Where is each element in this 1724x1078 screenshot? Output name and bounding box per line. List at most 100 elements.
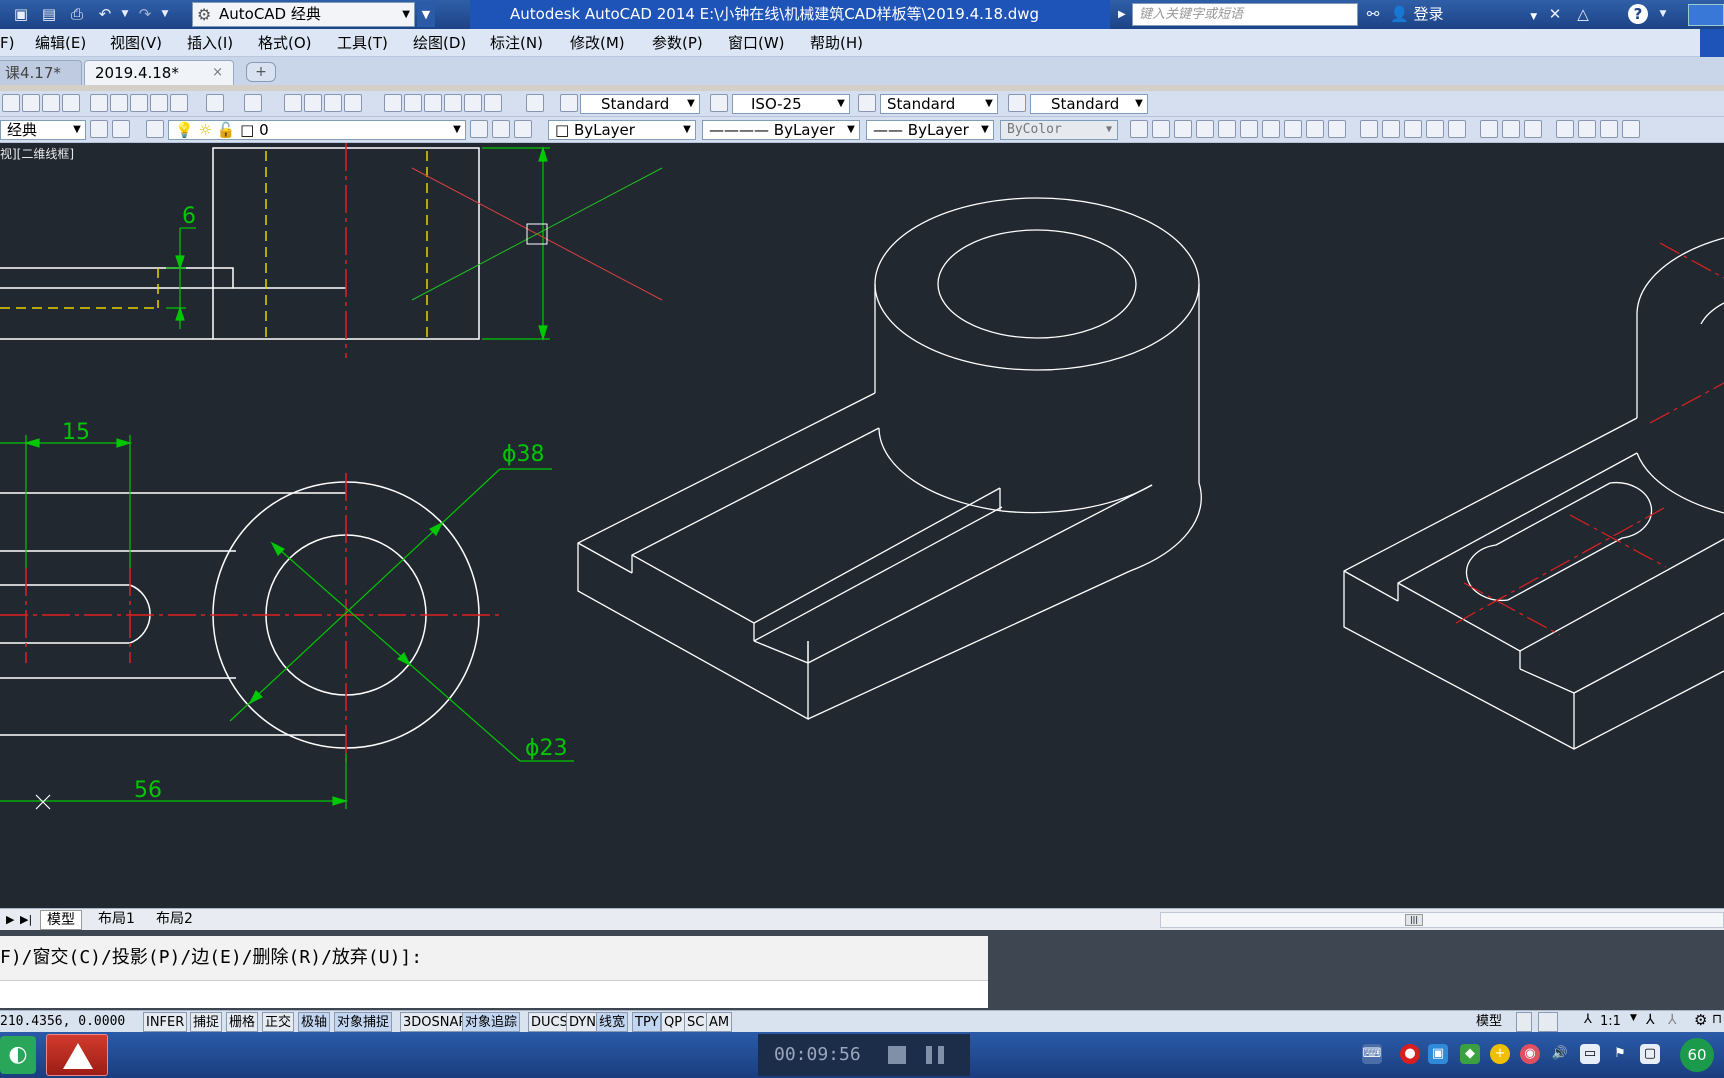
- cut-icon[interactable]: [90, 94, 108, 112]
- dim-style-select[interactable]: ISO-25 ▼: [732, 94, 850, 114]
- presspull-icon[interactable]: [1382, 120, 1400, 138]
- window-control[interactable]: [1700, 29, 1724, 57]
- new-tab-button[interactable]: +: [246, 62, 276, 82]
- undo-icon[interactable]: [206, 94, 224, 112]
- linetype-select[interactable]: ———— ByLayer ▼: [702, 120, 860, 140]
- tray-window-icon[interactable]: ▭: [1580, 1044, 1600, 1064]
- status-dyn[interactable]: DYN: [566, 1012, 599, 1032]
- status-infer[interactable]: INFER: [143, 1012, 188, 1032]
- calculator-icon[interactable]: [484, 94, 502, 112]
- close-icon[interactable]: ×: [212, 61, 223, 85]
- markup-icon[interactable]: [464, 94, 482, 112]
- menu-format[interactable]: 格式(O): [258, 29, 312, 57]
- quick-view-layouts-icon[interactable]: [1516, 1012, 1532, 1032]
- status-lineweight[interactable]: 线宽: [596, 1012, 629, 1032]
- loft-icon[interactable]: [1448, 120, 1466, 138]
- status-ortho[interactable]: 正交: [262, 1012, 295, 1032]
- print-icon[interactable]: ⎙: [66, 3, 88, 25]
- menu-draw[interactable]: 绘图(D): [413, 29, 466, 57]
- torus-icon[interactable]: [1262, 120, 1280, 138]
- revolve-icon[interactable]: [1426, 120, 1444, 138]
- menu-window[interactable]: 窗口(W): [728, 29, 785, 57]
- polysolid-icon[interactable]: [1306, 120, 1324, 138]
- dim-style-icon[interactable]: [710, 94, 728, 112]
- redo-icon[interactable]: [244, 94, 262, 112]
- block-editor-icon[interactable]: [170, 94, 188, 112]
- paste-icon[interactable]: [130, 94, 148, 112]
- customize-icon[interactable]: [112, 120, 130, 138]
- performance-badge[interactable]: 60: [1680, 1038, 1714, 1072]
- menu-dimension[interactable]: 标注(N): [490, 29, 543, 57]
- table-style-icon[interactable]: [858, 94, 876, 112]
- extrude-icon[interactable]: [1360, 120, 1378, 138]
- zoom-window-icon[interactable]: [324, 94, 342, 112]
- design-center-icon[interactable]: [404, 94, 422, 112]
- auto-scale-icon[interactable]: ⅄: [1668, 1012, 1677, 1028]
- menu-help[interactable]: 帮助(H): [810, 29, 863, 57]
- layer-select[interactable]: 💡 ☼ 🔓 □ 0 ▼: [168, 120, 466, 140]
- taskbar-autocad-button[interactable]: [46, 1034, 108, 1076]
- lock-icon[interactable]: ⊓: [1712, 1012, 1722, 1027]
- workspace-combo[interactable]: 经典 ▼: [0, 120, 86, 140]
- search-expand-icon[interactable]: ▶: [1118, 3, 1130, 26]
- drawing-canvas[interactable]: 视][二维线框] 6 15 ϕ38 ϕ23 56: [0, 143, 1724, 908]
- tray-app-icon[interactable]: ◉: [1520, 1044, 1540, 1064]
- status-snap[interactable]: 捕捉: [190, 1012, 223, 1032]
- workspace-switch-icon[interactable]: ⚙: [1694, 1011, 1707, 1029]
- status-ducs[interactable]: DUCS: [528, 1012, 571, 1032]
- copy-icon[interactable]: [110, 94, 128, 112]
- mleader-style-select[interactable]: Standard ▼: [1030, 94, 1148, 114]
- make-current-layer-icon[interactable]: [470, 120, 488, 138]
- status-osnap[interactable]: 对象捕捉: [334, 1012, 393, 1032]
- annotation-scale[interactable]: 1:1: [1600, 1012, 1621, 1032]
- workspace-settings-icon[interactable]: [90, 120, 108, 138]
- text-style-select[interactable]: Standard ▼: [580, 94, 700, 114]
- qa-customize-icon[interactable]: ▼: [154, 3, 176, 25]
- menu-edit[interactable]: 编辑(E): [35, 29, 86, 57]
- sphere-icon[interactable]: [1218, 120, 1236, 138]
- open-icon[interactable]: [22, 94, 40, 112]
- quick-view-drawings-icon[interactable]: [1538, 1012, 1558, 1032]
- exchange-icon[interactable]: ✕: [1544, 3, 1566, 25]
- zoom-realtime-icon[interactable]: [304, 94, 322, 112]
- tool-palettes-icon[interactable]: [424, 94, 442, 112]
- volume-icon[interactable]: 🔊: [1550, 1044, 1570, 1064]
- status-am[interactable]: AM: [706, 1012, 733, 1032]
- 3d-align-icon[interactable]: [1600, 120, 1618, 138]
- binoculars-icon[interactable]: ⚯: [1362, 3, 1384, 25]
- redo-icon[interactable]: ↷: [134, 3, 156, 25]
- plot-icon[interactable]: [42, 94, 60, 112]
- lineweight-select[interactable]: —— ByLayer ▼: [866, 120, 994, 140]
- union-icon[interactable]: [1480, 120, 1498, 138]
- new-icon[interactable]: [2, 94, 20, 112]
- keyboard-icon[interactable]: ⌨: [1362, 1044, 1382, 1064]
- command-input[interactable]: [0, 980, 988, 1008]
- status-model-space[interactable]: 模型: [1476, 1012, 1502, 1032]
- match-properties-icon[interactable]: [150, 94, 168, 112]
- status-qp[interactable]: QP: [661, 1012, 686, 1032]
- menu-insert[interactable]: 插入(I): [187, 29, 233, 57]
- wedge-icon[interactable]: [1174, 120, 1192, 138]
- plotstyle-select[interactable]: ByColor ▼: [1000, 120, 1118, 140]
- flag-icon[interactable]: ⚑: [1610, 1044, 1630, 1064]
- visual-style-icon[interactable]: [1130, 120, 1148, 138]
- save-as-icon[interactable]: ▤: [38, 3, 60, 25]
- 3d-move-icon[interactable]: [1556, 120, 1574, 138]
- record-icon[interactable]: ●: [1400, 1044, 1420, 1064]
- status-otrack[interactable]: 对象追踪: [462, 1012, 521, 1032]
- help-dropdown-icon[interactable]: ▼: [1652, 3, 1674, 25]
- tab-layout1[interactable]: 布局1: [92, 910, 141, 930]
- intersect-icon[interactable]: [1524, 120, 1542, 138]
- menu-parametric[interactable]: 参数(P): [652, 29, 703, 57]
- box-icon[interactable]: [1152, 120, 1170, 138]
- tray-green-icon[interactable]: ◆: [1460, 1044, 1480, 1064]
- coordinate-readout[interactable]: 210.4356, 0.0000: [0, 1011, 142, 1033]
- status-sc[interactable]: SC: [684, 1012, 708, 1032]
- tab-nav-last-icon[interactable]: ▶|: [14, 910, 38, 930]
- status-tpy[interactable]: TPY: [632, 1012, 662, 1032]
- menu-tools[interactable]: 工具(T): [337, 29, 388, 57]
- tab-model[interactable]: 模型: [40, 910, 82, 930]
- network-icon[interactable]: ▣: [1428, 1044, 1448, 1064]
- mleader-style-icon[interactable]: [1008, 94, 1026, 112]
- subtract-icon[interactable]: [1502, 120, 1520, 138]
